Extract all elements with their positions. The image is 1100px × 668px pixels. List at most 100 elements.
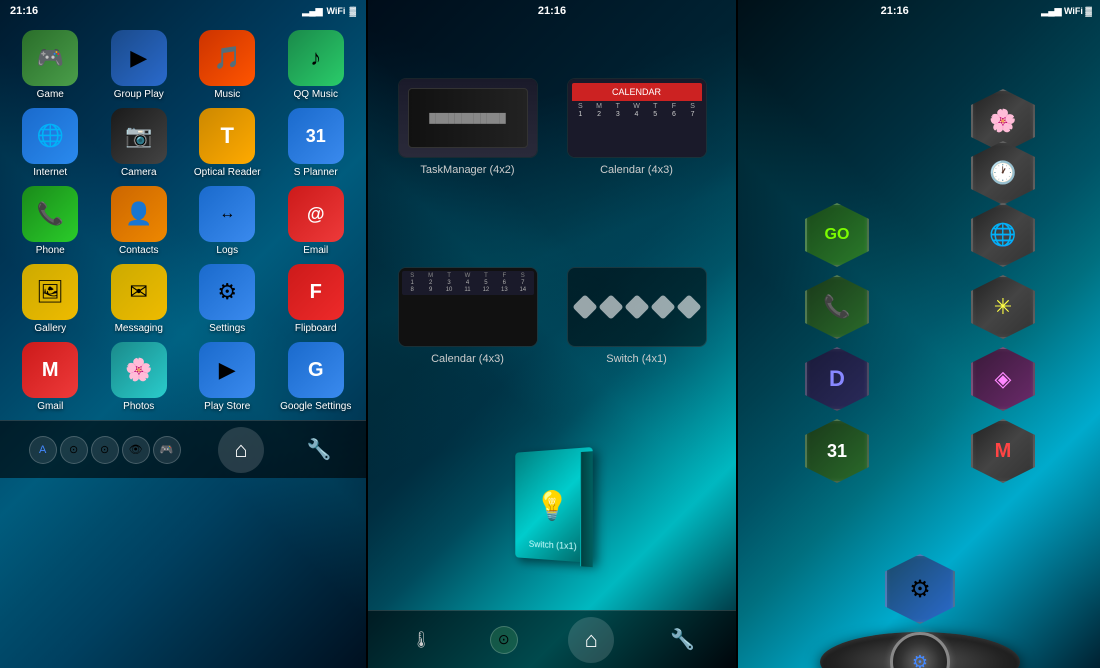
hex-calendar31[interactable]: 31	[805, 419, 869, 483]
hex-asterisk[interactable]: ✳	[971, 275, 1035, 339]
book-cover: 💡 Switch (1x1)	[515, 447, 592, 563]
groupplay-label: Group Play	[114, 89, 164, 100]
hex-gmail[interactable]: M	[971, 419, 1035, 483]
book-3d: 💡 Switch (1x1)	[515, 447, 592, 563]
game-icon: 🎮	[22, 30, 78, 86]
phone-label: Phone	[36, 245, 65, 256]
contacts-label: Contacts	[119, 245, 158, 256]
app-phone[interactable]: 📞 Phone	[10, 186, 91, 256]
switch-box	[567, 267, 707, 347]
internet-label: Internet	[33, 167, 67, 178]
email-label: Email	[303, 245, 328, 256]
optical-icon: T	[199, 108, 255, 164]
app-flipboard[interactable]: F Flipboard	[276, 264, 357, 334]
app-groupplay[interactable]: ▶ Group Play	[99, 30, 180, 100]
widget-row-2: SMTWTFS 1234567 891011121314 Calendar (4…	[388, 226, 716, 407]
gmail-label: Gmail	[37, 401, 63, 412]
messaging-label: Messaging	[115, 323, 163, 334]
app-googlesettings[interactable]: G Google Settings	[276, 342, 357, 412]
bsi-a[interactable]: A	[29, 436, 57, 464]
phone-icon: 📞	[22, 186, 78, 242]
logs-icon: ↔	[199, 186, 255, 242]
qqmusic-label: QQ Music	[294, 89, 338, 100]
switch-label: Switch (4x1)	[606, 353, 667, 365]
hex-dashclock[interactable]: D	[805, 347, 869, 411]
switch-d1	[572, 294, 597, 319]
hex-grid: 🌸 🕐 GO 🌐	[758, 89, 1082, 483]
app-email[interactable]: @ Email	[276, 186, 357, 256]
flipboard-label: Flipboard	[295, 323, 337, 334]
hex-chrome[interactable]: 🌐	[971, 203, 1035, 267]
switch-content	[576, 298, 698, 316]
app-settings[interactable]: ⚙ Settings	[187, 264, 268, 334]
googlesettings-icon: G	[288, 342, 344, 398]
app-grid-1: 🎮 Game ▶ Group Play 🎵 Music ♪ QQ Music 🌐…	[0, 22, 366, 420]
hex-phone[interactable]: 📞	[805, 275, 869, 339]
game-label: Game	[37, 89, 64, 100]
widget-row-1: ████████████ TaskManager (4x2) CALENDAR …	[388, 37, 716, 218]
bottom-bar-1: A ⊙ ⊙ 👁 🎮 ⌂ 🔧	[0, 420, 366, 478]
app-gmail[interactable]: M Gmail	[10, 342, 91, 412]
splanner-label: S Planner	[294, 167, 338, 178]
calendar1-label: Calendar (4x3)	[600, 164, 673, 176]
widget-calendar2[interactable]: SMTWTFS 1234567 891011121314 Calendar (4…	[388, 267, 547, 365]
calendar2-box: SMTWTFS 1234567 891011121314	[398, 267, 538, 347]
bsi-eye[interactable]: 👁	[122, 436, 150, 464]
gallery-icon: 🖼	[22, 264, 78, 320]
playstore-icon: ▶	[199, 342, 255, 398]
book-container[interactable]: 💡 Switch (1x1)	[388, 414, 716, 595]
app-logs[interactable]: ↔ Logs	[187, 186, 268, 256]
battery-icon-1: ▓	[349, 6, 356, 16]
app-gallery[interactable]: 🖼 Gallery	[10, 264, 91, 334]
groupplay-icon: ▶	[111, 30, 167, 86]
hex-clock[interactable]: 🕐	[971, 141, 1035, 205]
app-music[interactable]: 🎵 Music	[187, 30, 268, 100]
internet-icon: 🌐	[22, 108, 78, 164]
optical-label: Optical Reader	[194, 167, 261, 178]
settings-button-1[interactable]: 🔧	[301, 432, 337, 468]
home-button-1[interactable]: ⌂	[218, 427, 264, 473]
taskmanager-content: ████████████	[399, 79, 537, 157]
rotary-disc: ⚙	[820, 632, 1020, 668]
switch-d4	[650, 294, 675, 319]
googlesettings-label: Google Settings	[280, 401, 351, 412]
calendar2-label: Calendar (4x3)	[431, 353, 504, 365]
app-splanner[interactable]: 31 S Planner	[276, 108, 357, 178]
thermometer-icon-2[interactable]: 🌡	[403, 622, 439, 658]
widget-switch[interactable]: Switch (4x1)	[557, 267, 716, 365]
app-game[interactable]: 🎮 Game	[10, 30, 91, 100]
email-icon: @	[288, 186, 344, 242]
app-contacts[interactable]: 👤 Contacts	[99, 186, 180, 256]
bsi-circle2[interactable]: ⊙	[91, 436, 119, 464]
messaging-icon: ✉	[111, 264, 167, 320]
status-time-1: 21:16	[10, 5, 302, 17]
app-messaging[interactable]: ✉ Messaging	[99, 264, 180, 334]
settings-button-2[interactable]: 🔧	[665, 622, 701, 658]
rotary-center: ⚙	[890, 632, 950, 668]
music-label: Music	[214, 89, 240, 100]
app-internet[interactable]: 🌐 Internet	[10, 108, 91, 178]
bsi-game[interactable]: 🎮	[153, 436, 181, 464]
app-photos[interactable]: 🌸 Photos	[99, 342, 180, 412]
contacts-icon: 👤	[111, 186, 167, 242]
app-camera[interactable]: 📷 Camera	[99, 108, 180, 178]
bottom-bar-2: 🌡 ⊙ ⌂ 🔧	[368, 610, 736, 668]
hex-settings-center[interactable]: ⚙	[738, 554, 1100, 624]
status-icons-1: ▂▄▆ WiFi ▓	[302, 6, 356, 17]
panel-3: 21:16 ▂▄▆ WiFi ▓ 🌸 🕐 GO	[738, 0, 1100, 668]
panel-2: 21:16 ████████████ TaskManager (4x2)	[368, 0, 736, 668]
hex-layered[interactable]: ◈	[971, 347, 1035, 411]
hex-go[interactable]: GO	[805, 203, 869, 267]
app-playstore[interactable]: ▶ Play Store	[187, 342, 268, 412]
bsi-android-2[interactable]: ⊙	[490, 626, 518, 654]
home-button-2[interactable]: ⌂	[568, 617, 614, 663]
bsi-circle1[interactable]: ⊙	[60, 436, 88, 464]
photos-label: Photos	[123, 401, 154, 412]
switch-d5	[676, 294, 701, 319]
status-bar-2: 21:16	[368, 0, 736, 22]
app-qqmusic[interactable]: ♪ QQ Music	[276, 30, 357, 100]
widget-calendar1[interactable]: CALENDAR SMTWTFS 1234567 Calendar (4x3)	[557, 78, 716, 176]
app-optical[interactable]: T Optical Reader	[187, 108, 268, 178]
photos-icon: 🌸	[111, 342, 167, 398]
widget-taskmanager[interactable]: ████████████ TaskManager (4x2)	[388, 78, 547, 176]
